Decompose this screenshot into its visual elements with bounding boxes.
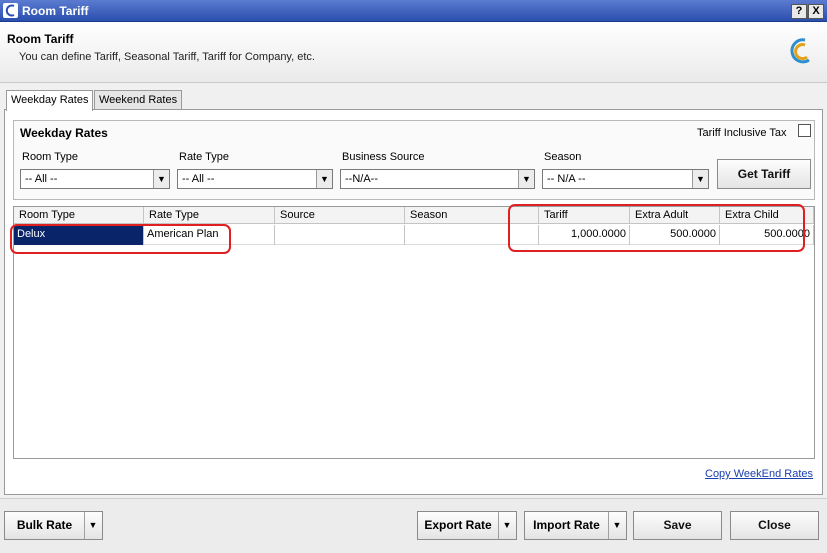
chevron-down-icon[interactable]: ▼ <box>608 512 626 539</box>
extra-adult-cell[interactable]: 500.0000 <box>630 225 720 245</box>
tab-weekday-rates[interactable]: Weekday Rates <box>6 90 94 111</box>
title-bar: Room Tariff ? X <box>0 0 827 22</box>
chevron-down-icon[interactable]: ▼ <box>692 170 708 188</box>
column-header[interactable]: Rate Type <box>144 207 275 224</box>
chevron-down-icon[interactable]: ▼ <box>316 170 332 188</box>
save-button[interactable]: Save <box>633 511 722 540</box>
bulk-rate-button[interactable]: Bulk Rate <box>5 512 85 539</box>
grid-header: Room Type Rate Type Source Season Tariff… <box>14 207 814 224</box>
season-select[interactable]: -- N/A -- ▼ <box>542 169 709 189</box>
export-rate-button[interactable]: Export Rate <box>418 512 499 539</box>
chevron-down-icon[interactable]: ▼ <box>153 170 169 188</box>
column-header[interactable]: Source <box>275 207 405 224</box>
business-source-value: --N/A-- <box>345 173 378 185</box>
weekday-rates-panel: Weekday Rates Tariff Inclusive Tax Room … <box>4 109 823 495</box>
chevron-down-icon[interactable]: ▼ <box>498 512 516 539</box>
export-rate-split-button[interactable]: Export Rate ▼ <box>417 511 517 540</box>
import-rate-button[interactable]: Import Rate <box>525 512 609 539</box>
tariff-cell[interactable]: 1,000.0000 <box>539 225 630 245</box>
business-source-select[interactable]: --N/A-- ▼ <box>340 169 535 189</box>
import-rate-split-button[interactable]: Import Rate ▼ <box>524 511 627 540</box>
get-tariff-button[interactable]: Get Tariff <box>717 159 811 189</box>
chevron-down-icon[interactable]: ▼ <box>84 512 102 539</box>
group-title: Weekday Rates <box>20 126 108 140</box>
page-subtitle: You can define Tariff, Seasonal Tariff, … <box>19 51 315 63</box>
help-button[interactable]: ? <box>791 4 807 19</box>
rate-type-value: -- All -- <box>182 173 215 185</box>
tariff-inclusive-tax-checkbox[interactable] <box>798 124 811 137</box>
copy-weekend-rates-link[interactable]: Copy WeekEnd Rates <box>705 468 813 480</box>
tariff-inclusive-tax-label: Tariff Inclusive Tax <box>697 127 787 139</box>
room-type-select[interactable]: -- All -- ▼ <box>20 169 170 189</box>
column-header[interactable]: Season <box>405 207 539 224</box>
chevron-down-icon[interactable]: ▼ <box>518 170 534 188</box>
filter-group: Weekday Rates Tariff Inclusive Tax Room … <box>13 120 815 200</box>
tab-weekend-rates[interactable]: Weekend Rates <box>94 90 183 110</box>
window-title: Room Tariff <box>22 4 89 18</box>
column-header[interactable]: Tariff <box>539 207 630 224</box>
room-type-label: Room Type <box>22 151 79 163</box>
rate-type-cell[interactable]: American Plan <box>144 225 275 245</box>
page-title: Room Tariff <box>7 32 74 46</box>
header-banner: Room Tariff You can define Tariff, Seaso… <box>0 22 827 83</box>
company-logo-icon <box>790 38 810 64</box>
source-cell[interactable] <box>275 225 405 245</box>
tariff-grid: Room Type Rate Type Source Season Tariff… <box>13 206 815 459</box>
window-close-button[interactable]: X <box>808 4 824 19</box>
room-type-value: -- All -- <box>25 173 58 185</box>
column-header[interactable]: Room Type <box>14 207 144 224</box>
column-header[interactable]: Extra Child <box>720 207 814 224</box>
season-label: Season <box>544 151 582 163</box>
business-source-label: Business Source <box>342 151 425 163</box>
table-row[interactable]: Delux American Plan 1,000.0000 500.0000 … <box>14 225 814 245</box>
rate-type-label: Rate Type <box>179 151 229 163</box>
season-cell[interactable] <box>405 225 539 245</box>
bulk-rate-split-button[interactable]: Bulk Rate ▼ <box>4 511 103 540</box>
season-value: -- N/A -- <box>547 173 586 185</box>
column-header[interactable]: Extra Adult <box>630 207 720 224</box>
extra-child-cell[interactable]: 500.0000 <box>720 225 814 245</box>
rate-type-select[interactable]: -- All -- ▼ <box>177 169 333 189</box>
footer-bar: Bulk Rate ▼ Export Rate ▼ Import Rate ▼ … <box>0 498 827 553</box>
room-type-cell[interactable]: Delux <box>14 225 144 245</box>
close-button[interactable]: Close <box>730 511 819 540</box>
app-icon <box>3 3 18 18</box>
